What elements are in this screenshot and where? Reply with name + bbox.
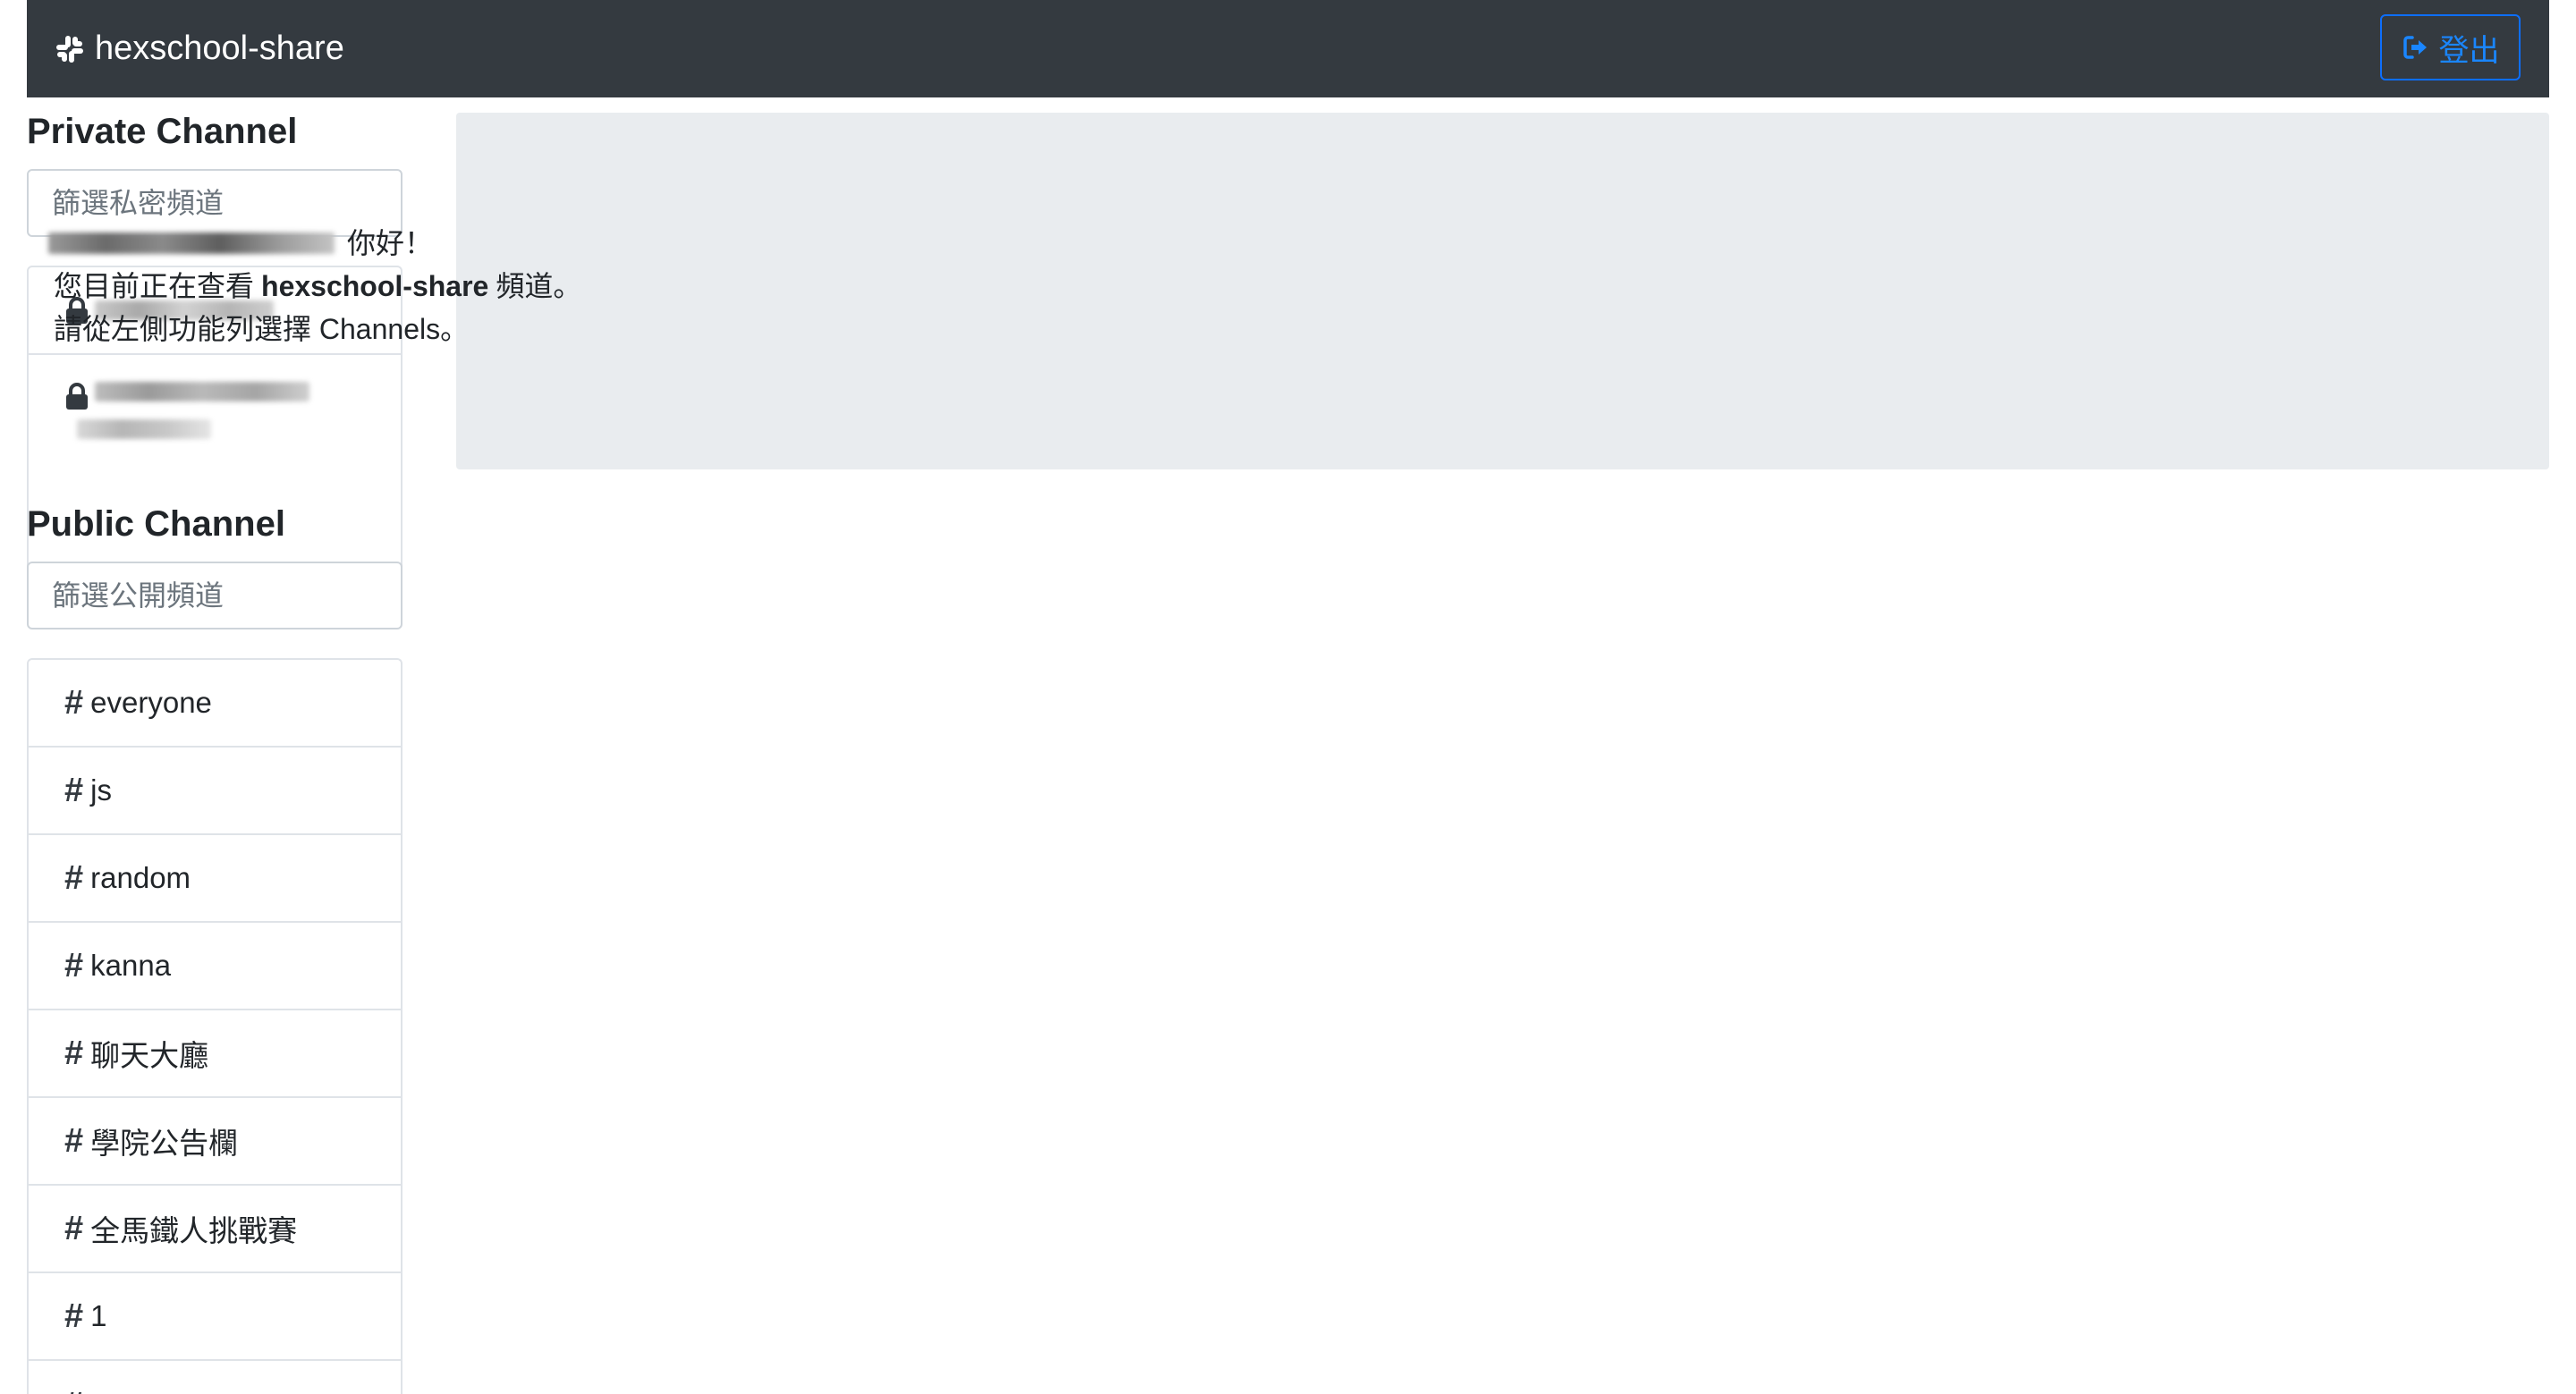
public-channel-item[interactable]: # 全馬鐵人挑戰賽 xyxy=(29,1186,401,1273)
hash-icon: # xyxy=(64,1034,84,1072)
public-channel-list: # everyone # js # random # kanna # 聊天大廳 … xyxy=(27,658,402,1394)
hash-icon: # xyxy=(64,946,84,984)
viewing-suffix: 頻道。 xyxy=(496,270,582,302)
instruction-text: 請從左側功能列選擇 Channels。 xyxy=(54,313,470,345)
sign-out-icon xyxy=(2402,33,2430,62)
public-channel-item[interactable]: # random xyxy=(29,835,401,923)
welcome-message: 你好！ 您目前正在查看 hexschool-share 頻道。 請從左側功能列選… xyxy=(48,222,581,351)
brand[interactable]: hexschool-share xyxy=(54,0,344,97)
app-window: hexschool-share 登出 Private Channel 篩選私密頻… xyxy=(0,0,2576,1394)
lock-icon xyxy=(64,382,89,410)
private-channel-name-cont xyxy=(77,419,211,439)
private-channel-item[interactable] xyxy=(29,355,401,487)
public-channel-item[interactable]: # js xyxy=(29,748,401,835)
welcome-panel xyxy=(456,113,2549,469)
channel-name: everyone xyxy=(90,686,212,719)
public-channel-item[interactable]: # kanna xyxy=(29,923,401,1010)
public-channel-filter-input[interactable] xyxy=(27,562,402,629)
public-channel-item[interactable]: # xyxy=(29,1361,401,1394)
channel-name: 1 xyxy=(90,1299,107,1332)
top-navbar: hexschool-share 登出 xyxy=(27,0,2549,97)
hash-icon: # xyxy=(64,1209,84,1247)
greeting-line: 你好！ xyxy=(48,222,581,265)
brand-name: hexschool-share xyxy=(95,30,344,67)
instruction-line: 請從左側功能列選擇 Channels。 xyxy=(54,308,581,351)
viewing-line: 您目前正在查看 hexschool-share 頻道。 xyxy=(54,265,581,308)
channel-name: 聊天大廳 xyxy=(90,1039,209,1072)
viewing-prefix: 您目前正在查看 xyxy=(54,270,255,302)
username-redacted xyxy=(48,232,335,254)
hash-icon: # xyxy=(64,1297,84,1335)
public-channel-title: Public Channel xyxy=(27,504,285,544)
public-channel-item[interactable]: # 聊天大廳 xyxy=(29,1010,401,1098)
logout-button[interactable]: 登出 xyxy=(2380,14,2521,80)
current-channel-name: hexschool-share xyxy=(261,270,489,302)
logout-label: 登出 xyxy=(2438,33,2500,68)
slack-icon xyxy=(54,33,86,65)
hash-icon: # xyxy=(64,683,84,722)
public-channel-item[interactable]: # 1 xyxy=(29,1273,401,1361)
channel-name: random xyxy=(90,861,191,894)
private-channel-name xyxy=(95,382,309,401)
hash-icon: # xyxy=(64,858,84,897)
hash-icon: # xyxy=(64,1386,83,1394)
private-channel-title: Private Channel xyxy=(27,112,298,151)
hash-icon: # xyxy=(64,1121,84,1160)
hash-icon: # xyxy=(64,771,84,809)
channel-name: js xyxy=(90,773,112,807)
channel-name: 全馬鐵人挑戰賽 xyxy=(90,1214,298,1247)
channel-name: 學院公告欄 xyxy=(90,1127,239,1160)
public-channel-item[interactable]: # everyone xyxy=(29,660,401,748)
channel-name: kanna xyxy=(90,949,172,982)
public-channel-item[interactable]: # 學院公告欄 xyxy=(29,1098,401,1186)
greeting-suffix: 你好！ xyxy=(347,227,434,259)
